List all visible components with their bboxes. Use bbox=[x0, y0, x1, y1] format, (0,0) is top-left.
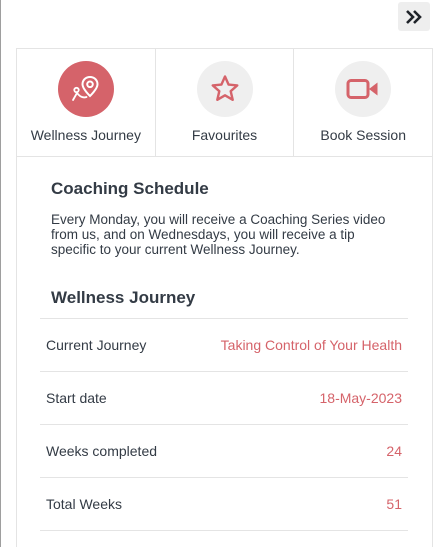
panel-content: Coaching Schedule Every Monday, you will… bbox=[17, 157, 432, 531]
tab-book-session[interactable]: Book Session bbox=[294, 49, 432, 156]
row-value: 24 bbox=[386, 443, 402, 459]
coaching-schedule-text: Every Monday, you will receive a Coachin… bbox=[51, 212, 386, 257]
wellness-sidebar: Wellness Journey Favourites Book Session… bbox=[0, 0, 433, 547]
tab-icon-circle bbox=[335, 61, 392, 117]
tab-icon-circle bbox=[196, 61, 253, 117]
double-chevron-right-icon bbox=[406, 9, 422, 24]
table-row-current-journey: Current Journey Taking Control of Your H… bbox=[40, 319, 408, 372]
row-label: Total Weeks bbox=[46, 496, 122, 512]
row-label: Start date bbox=[46, 390, 107, 406]
coaching-schedule-title: Coaching Schedule bbox=[51, 179, 209, 198]
tab-favourites[interactable]: Favourites bbox=[156, 49, 295, 156]
tab-label: Wellness Journey bbox=[30, 127, 141, 143]
row-value: 51 bbox=[386, 496, 402, 512]
row-value: Taking Control of Your Health bbox=[220, 337, 402, 353]
journey-details-table: Current Journey Taking Control of Your H… bbox=[40, 318, 408, 531]
tab-icon-circle bbox=[57, 61, 114, 117]
star-icon bbox=[211, 75, 238, 101]
tab-wellness-journey[interactable]: Wellness Journey bbox=[17, 49, 156, 156]
tab-bar: Wellness Journey Favourites Book Session bbox=[17, 49, 432, 157]
collapse-panel-button[interactable] bbox=[398, 2, 430, 31]
row-label: Weeks completed bbox=[46, 443, 158, 459]
wellness-journey-title: Wellness Journey bbox=[51, 288, 196, 307]
wellness-panel: Wellness Journey Favourites Book Session… bbox=[16, 48, 433, 547]
table-row-total-weeks: Total Weeks 51 bbox=[40, 478, 408, 531]
row-value: 18-May-2023 bbox=[319, 390, 403, 406]
table-row-weeks-completed: Weeks completed 24 bbox=[40, 425, 408, 478]
table-row-start-date: Start date 18-May-2023 bbox=[40, 372, 408, 425]
video-camera-icon bbox=[346, 79, 378, 99]
tab-label: Favourites bbox=[191, 127, 258, 143]
row-label: Current Journey bbox=[46, 337, 147, 353]
route-map-pin-icon bbox=[71, 75, 99, 101]
tab-label: Book Session bbox=[320, 127, 406, 143]
